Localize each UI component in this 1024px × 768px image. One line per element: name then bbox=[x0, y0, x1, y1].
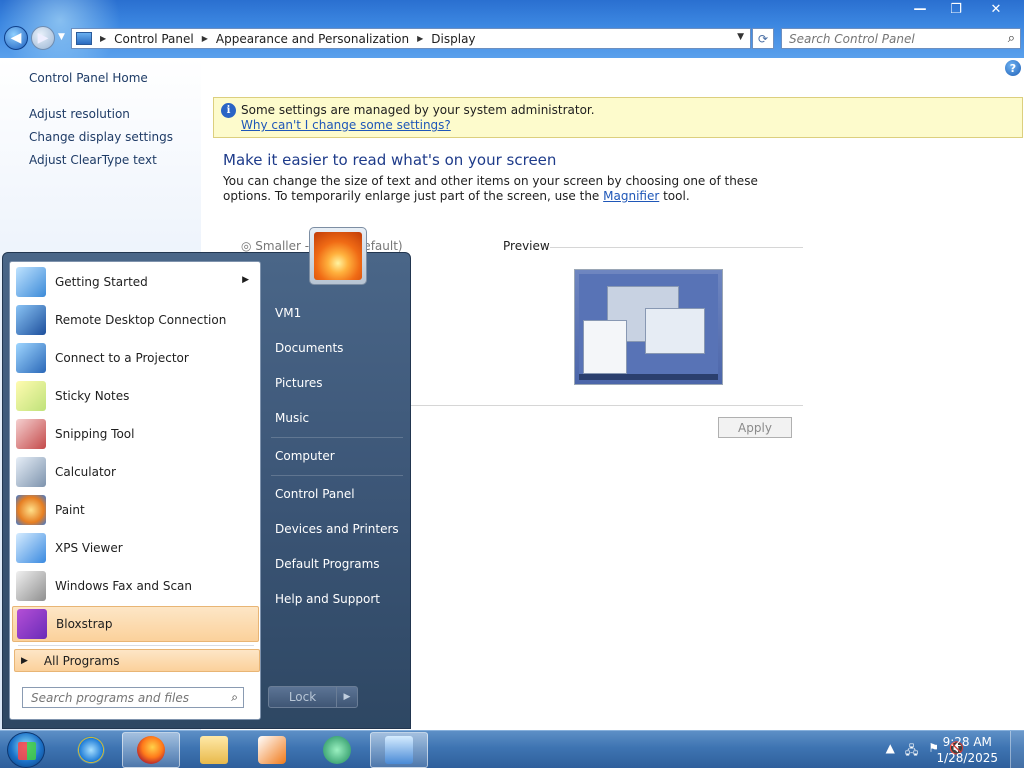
adjust-cleartype-link[interactable]: Adjust ClearType text bbox=[29, 153, 157, 167]
page-description: You can change the size of text and othe… bbox=[223, 174, 783, 204]
windows-logo-icon bbox=[18, 742, 36, 760]
start-item-bloxstrap[interactable]: Bloxstrap bbox=[12, 606, 259, 642]
start-link-computer[interactable]: Computer bbox=[275, 449, 335, 463]
admin-info-bar: i Some settings are managed by your syst… bbox=[213, 97, 1023, 138]
start-item-projector[interactable]: Connect to a Projector bbox=[12, 340, 259, 376]
start-item-remote-desktop[interactable]: Remote Desktop Connection bbox=[12, 302, 259, 338]
start-button[interactable] bbox=[7, 732, 45, 768]
why-cant-change-link[interactable]: Why can't I change some settings? bbox=[241, 118, 451, 132]
taskbar-media-player[interactable] bbox=[243, 732, 301, 768]
flower-picture-icon bbox=[314, 232, 362, 280]
search-icon[interactable]: ⌕ bbox=[1008, 31, 1015, 46]
start-link-default-programs[interactable]: Default Programs bbox=[275, 557, 380, 571]
taskbar-internet-explorer[interactable] bbox=[62, 732, 120, 768]
getting-started-icon bbox=[16, 267, 46, 297]
internet-explorer-icon bbox=[77, 736, 105, 764]
shutdown-options-arrow-icon[interactable]: ▶ bbox=[336, 687, 357, 707]
address-bar[interactable]: ▶ Control Panel ▶ Appearance and Persona… bbox=[71, 28, 751, 49]
lock-button[interactable]: Lock ▶ bbox=[268, 686, 358, 708]
start-link-pictures[interactable]: Pictures bbox=[275, 376, 323, 390]
adjust-resolution-link[interactable]: Adjust resolution bbox=[29, 107, 130, 121]
restore-button[interactable]: ❐ bbox=[938, 0, 974, 18]
fax-scan-icon bbox=[16, 571, 46, 601]
clock-time: 9:28 AM bbox=[942, 735, 992, 749]
user-avatar[interactable] bbox=[309, 227, 367, 285]
start-menu: Getting Started ▶ Remote Desktop Connect… bbox=[2, 227, 411, 729]
change-display-settings-link[interactable]: Change display settings bbox=[29, 130, 173, 144]
calculator-icon bbox=[16, 457, 46, 487]
all-programs-arrow-icon: ▶ bbox=[21, 655, 28, 666]
breadcrumb-display[interactable]: Display bbox=[431, 32, 475, 46]
paint-icon bbox=[16, 495, 46, 525]
start-link-documents[interactable]: Documents bbox=[275, 341, 343, 355]
clock[interactable]: 9:28 AM 1/28/2025 bbox=[936, 734, 998, 766]
taskbar-control-panel[interactable] bbox=[370, 732, 428, 768]
breadcrumb-control-panel[interactable]: Control Panel bbox=[114, 32, 194, 46]
back-button[interactable]: ◀ bbox=[4, 26, 28, 50]
taskbar: ▲ 🖧 ⚑ 🔇 9:28 AM 1/28/2025 bbox=[0, 730, 1024, 768]
control-panel-home-link[interactable]: Control Panel Home bbox=[29, 71, 148, 85]
start-item-xps-viewer[interactable]: XPS Viewer bbox=[12, 530, 259, 566]
show-desktop-button[interactable] bbox=[1010, 731, 1024, 768]
breadcrumb-separator-icon[interactable]: ▶ bbox=[100, 34, 106, 43]
folder-icon bbox=[200, 736, 228, 764]
page-heading: Make it easier to read what's on your sc… bbox=[223, 151, 557, 169]
start-link-help-support[interactable]: Help and Support bbox=[275, 592, 380, 606]
start-item-snipping-tool[interactable]: Snipping Tool bbox=[12, 416, 259, 452]
taskbar-firefox[interactable] bbox=[122, 732, 180, 768]
apply-button[interactable]: Apply bbox=[718, 417, 792, 438]
sticky-notes-icon bbox=[16, 381, 46, 411]
window-controls: — ❐ ✕ bbox=[902, 0, 1018, 18]
firefox-icon bbox=[137, 736, 165, 764]
media-player-icon bbox=[258, 736, 286, 764]
search-control-panel[interactable]: ⌕ bbox=[781, 28, 1021, 49]
all-programs-button[interactable]: ▶ All Programs bbox=[14, 649, 260, 672]
control-panel-icon bbox=[385, 736, 413, 764]
help-icon[interactable]: ? bbox=[1005, 60, 1021, 76]
start-search-box[interactable]: ⌕ bbox=[22, 687, 244, 708]
breadcrumb-separator-icon[interactable]: ▶ bbox=[417, 34, 423, 43]
start-item-sticky-notes[interactable]: Sticky Notes bbox=[12, 378, 259, 414]
info-icon: i bbox=[221, 103, 236, 118]
search-icon[interactable]: ⌕ bbox=[231, 690, 238, 705]
info-message: Some settings are managed by your system… bbox=[241, 103, 595, 117]
address-dropdown-icon[interactable]: ▼ bbox=[737, 32, 744, 42]
snipping-tool-icon bbox=[16, 419, 46, 449]
start-item-calculator[interactable]: Calculator bbox=[12, 454, 259, 490]
clock-date: 1/28/2025 bbox=[936, 751, 998, 765]
preview-label: Preview bbox=[503, 239, 550, 253]
start-search-input[interactable] bbox=[23, 690, 213, 705]
close-button[interactable]: ✕ bbox=[974, 0, 1018, 18]
forward-button[interactable]: ▶ bbox=[31, 26, 55, 50]
start-item-paint[interactable]: Paint bbox=[12, 492, 259, 528]
start-menu-programs: Getting Started ▶ Remote Desktop Connect… bbox=[9, 261, 261, 720]
description-text-end: tool. bbox=[659, 189, 690, 203]
search-input[interactable] bbox=[782, 31, 992, 46]
start-link-music[interactable]: Music bbox=[275, 411, 309, 425]
start-link-user[interactable]: VM1 bbox=[275, 306, 301, 320]
show-hidden-icons-icon[interactable]: ▲ bbox=[886, 741, 895, 762]
taskbar-explorer[interactable] bbox=[185, 732, 243, 768]
xps-viewer-icon bbox=[16, 533, 46, 563]
magnifier-link[interactable]: Magnifier bbox=[603, 189, 659, 203]
chat-bubble-icon bbox=[323, 736, 351, 764]
start-link-control-panel[interactable]: Control Panel bbox=[275, 487, 355, 501]
remote-desktop-icon bbox=[16, 305, 46, 335]
bloxstrap-icon bbox=[17, 609, 47, 639]
breadcrumb-separator-icon[interactable]: ▶ bbox=[202, 34, 208, 43]
preview-image bbox=[574, 269, 723, 385]
minimize-button[interactable]: — bbox=[902, 0, 938, 18]
projector-icon bbox=[16, 343, 46, 373]
network-icon[interactable]: 🖧 bbox=[905, 741, 918, 762]
breadcrumb-appearance[interactable]: Appearance and Personalization bbox=[216, 32, 409, 46]
start-link-devices-printers[interactable]: Devices and Printers bbox=[275, 522, 399, 536]
refresh-button[interactable]: ⟳ bbox=[752, 28, 774, 49]
submenu-arrow-icon: ▶ bbox=[242, 275, 249, 285]
taskbar-app[interactable] bbox=[308, 732, 366, 768]
start-item-getting-started[interactable]: Getting Started ▶ bbox=[12, 264, 259, 300]
control-panel-icon bbox=[76, 32, 92, 45]
start-item-fax-scan[interactable]: Windows Fax and Scan bbox=[12, 568, 259, 604]
recent-pages-dropdown-icon[interactable]: ▼ bbox=[58, 32, 65, 42]
